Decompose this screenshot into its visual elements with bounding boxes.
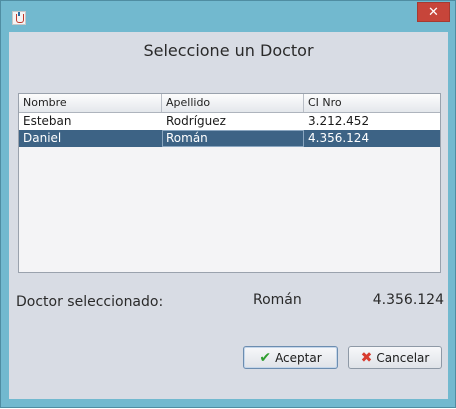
accept-button[interactable]: ✔ Aceptar (243, 346, 338, 369)
column-header-apellido[interactable]: Apellido (162, 94, 304, 112)
doctor-table[interactable]: Nombre Apellido CI Nro Esteban Rodríguez… (18, 93, 441, 273)
dialog-window: ✕ Seleccione un Doctor Nombre Apellido C… (0, 0, 456, 408)
table-row[interactable]: Esteban Rodríguez 3.212.452 (19, 113, 440, 130)
close-button[interactable]: ✕ (417, 2, 450, 22)
cancel-button[interactable]: ✖ Cancelar (348, 346, 442, 369)
cell-apellido: Rodríguez (166, 114, 226, 128)
dialog-content: Seleccione un Doctor Nombre Apellido CI … (9, 32, 448, 399)
java-app-icon (12, 11, 26, 25)
column-header-ci[interactable]: CI Nro (304, 94, 440, 112)
column-header-nombre[interactable]: Nombre (19, 94, 162, 112)
cell-apellido: Román (162, 130, 304, 147)
table-header: Nombre Apellido CI Nro (19, 94, 440, 113)
x-icon: ✖ (360, 349, 373, 366)
selected-doctor-apellido: Román (253, 292, 302, 308)
accept-button-label: Aceptar (275, 350, 322, 365)
table-row-selected[interactable]: Daniel Román 4.356.124 (19, 130, 440, 147)
cell-ci: 3.212.452 (308, 114, 370, 128)
selected-doctor-ci: 4.356.124 (372, 292, 444, 308)
dialog-title: Seleccione un Doctor (143, 41, 314, 60)
cell-nombre: Esteban (23, 114, 72, 128)
selected-doctor-label: Doctor seleccionado: (16, 294, 164, 310)
title-bar[interactable]: ✕ (1, 1, 455, 31)
cancel-button-label: Cancelar (376, 350, 430, 365)
cell-ci: 4.356.124 (308, 131, 370, 145)
check-icon: ✔ (259, 349, 272, 366)
cell-nombre: Daniel (23, 131, 62, 145)
